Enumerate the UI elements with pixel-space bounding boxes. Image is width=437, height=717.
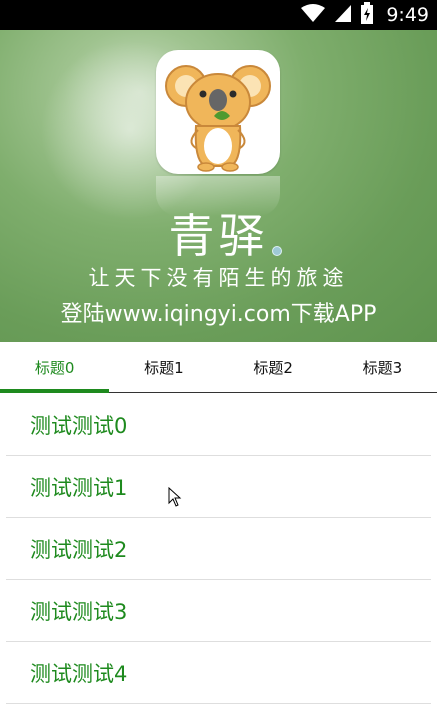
- download-link[interactable]: 登陆www.iqingyi.com下载APP: [0, 296, 437, 328]
- app-name: 青驿: [168, 209, 269, 263]
- tab-0[interactable]: 标题0: [0, 342, 110, 393]
- wifi-icon: [300, 3, 326, 27]
- list-item[interactable]: 测试测试3: [6, 580, 431, 642]
- decorative-dot-icon: [272, 246, 282, 256]
- content-list: 测试测试0 测试测试1 测试测试2 测试测试3 测试测试4: [0, 394, 437, 704]
- signal-icon: [334, 3, 352, 27]
- app-logo: [156, 50, 280, 174]
- status-icons: 9:49: [300, 0, 429, 30]
- mouse-cursor-icon: [168, 486, 182, 511]
- tab-2[interactable]: 标题2: [219, 342, 328, 392]
- list-item[interactable]: 测试测试2: [6, 518, 431, 580]
- battery-icon: [360, 2, 374, 28]
- tab-bar: 标题0 标题1 标题2 标题3: [0, 342, 437, 393]
- slogan: 让天下没有陌生的旅途: [88, 266, 349, 290]
- tab-1[interactable]: 标题1: [109, 342, 218, 392]
- list-item[interactable]: 测试测试0: [6, 394, 431, 456]
- koala-icon: [165, 65, 271, 172]
- status-bar: 9:49: [0, 0, 437, 30]
- header-banner: 青驿 让天下没有陌生的旅途 登陆www.iqingyi.com下载APP: [0, 30, 437, 342]
- list-item[interactable]: 测试测试4: [6, 642, 431, 704]
- status-time: 9:49: [386, 4, 429, 26]
- list-item[interactable]: 测试测试1: [6, 456, 431, 518]
- tab-3[interactable]: 标题3: [328, 342, 437, 392]
